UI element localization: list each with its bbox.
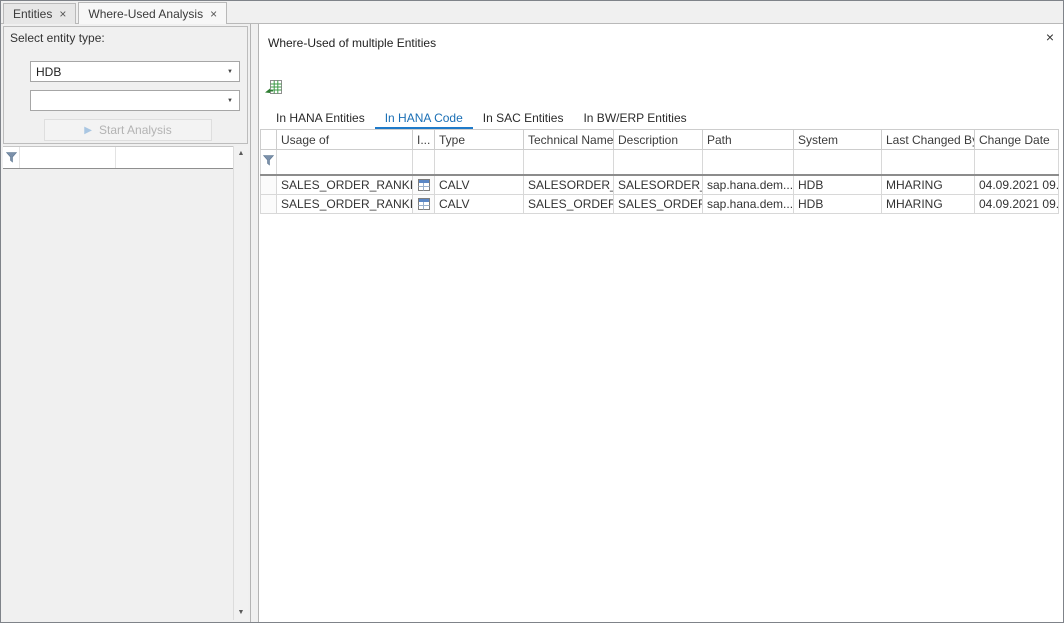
cell-last-changed-by[interactable]: MHARING xyxy=(882,175,975,195)
calculation-view-icon xyxy=(413,175,435,195)
entity-type-value: HDB xyxy=(36,65,221,79)
document-tab-bar: Entities × Where-Used Analysis × xyxy=(1,1,1063,24)
cell-technical-name[interactable]: SALESORDER_... xyxy=(524,175,614,195)
row-indicator xyxy=(261,175,277,195)
cell-technical-name[interactable]: SALES_ORDER... xyxy=(524,194,614,213)
chevron-down-icon[interactable]: ▼ xyxy=(221,69,239,75)
column-header-technical-name[interactable]: Technical Name xyxy=(524,130,614,150)
application-window: Entities × Where-Used Analysis × Select … xyxy=(0,0,1064,623)
filter-cell-usage-of[interactable] xyxy=(277,150,413,175)
column-header-change-date[interactable]: Change Date xyxy=(975,130,1059,150)
row-indicator xyxy=(261,194,277,213)
column-header-description[interactable]: Description xyxy=(614,130,703,150)
column-header-path[interactable]: Path xyxy=(703,130,794,150)
table-row[interactable]: SALES_ORDER_RANKING CALV SALESORDER_... xyxy=(261,175,1059,195)
table-header-row: Usage of I... Type Technical Name Descri… xyxy=(261,130,1059,150)
close-icon[interactable]: × xyxy=(1046,30,1054,44)
result-tab-bar: In HANA Entities In HANA Code In SAC Ent… xyxy=(266,108,1063,129)
filter-funnel-icon[interactable] xyxy=(3,147,20,168)
tab-entities[interactable]: Entities × xyxy=(3,3,76,24)
play-icon: ▶ xyxy=(84,125,92,136)
scroll-down-icon[interactable]: ▼ xyxy=(234,605,248,620)
main-area: Select entity type: HDB ▼ ▼ ▶ Start Anal… xyxy=(1,24,1063,622)
filter-cell-description[interactable] xyxy=(614,150,703,175)
row-indicator-header xyxy=(261,130,277,150)
vertical-scrollbar[interactable]: ▲ ▼ xyxy=(233,146,248,620)
scroll-up-icon[interactable]: ▲ xyxy=(234,146,248,161)
groupbox-title: Select entity type: xyxy=(4,27,247,47)
table-row[interactable]: SALES_ORDER_RANKING CALV SALES_ORDER... xyxy=(261,194,1059,213)
tab-in-hana-code[interactable]: In HANA Code xyxy=(375,108,473,129)
cell-path[interactable]: sap.hana.dem... xyxy=(703,194,794,213)
tab-in-sac-entities[interactable]: In SAC Entities xyxy=(473,108,574,129)
filter-cell-icon[interactable] xyxy=(413,150,435,175)
column-header-last-changed-by[interactable]: Last Changed By xyxy=(882,130,975,150)
close-icon[interactable]: × xyxy=(59,8,66,20)
cell-usage-of[interactable]: SALES_ORDER_RANKING xyxy=(277,194,413,213)
chevron-down-icon[interactable]: ▼ xyxy=(221,98,239,104)
column-header-type[interactable]: Type xyxy=(435,130,524,150)
filter-cell-system[interactable] xyxy=(794,150,882,175)
table-filter-row xyxy=(261,150,1059,175)
start-analysis-button[interactable]: ▶ Start Analysis xyxy=(44,119,212,141)
filter-cell-technical-name[interactable] xyxy=(524,150,614,175)
entity-list-column-2[interactable] xyxy=(116,147,233,168)
tab-where-used-label: Where-Used Analysis xyxy=(88,7,203,21)
cell-last-changed-by[interactable]: MHARING xyxy=(882,194,975,213)
filter-funnel-icon[interactable] xyxy=(261,150,277,175)
tab-in-hana-entities[interactable]: In HANA Entities xyxy=(266,108,375,129)
entity-dropdown[interactable]: ▼ xyxy=(30,90,240,111)
column-header-icon[interactable]: I... xyxy=(413,130,435,150)
start-analysis-label: Start Analysis xyxy=(99,123,172,137)
results-table: Usage of I... Type Technical Name Descri… xyxy=(260,129,1059,214)
entity-list-column-1[interactable] xyxy=(20,147,116,168)
where-used-results-panel: × Where-Used of multiple Entities In HAN… xyxy=(258,24,1063,622)
filter-cell-last-changed-by[interactable] xyxy=(882,150,975,175)
close-icon[interactable]: × xyxy=(210,8,217,20)
column-header-usage-of[interactable]: Usage of xyxy=(277,130,413,150)
cell-change-date[interactable]: 04.09.2021 09... xyxy=(975,194,1059,213)
calculation-view-icon xyxy=(413,194,435,213)
cell-system[interactable]: HDB xyxy=(794,194,882,213)
cell-description[interactable]: SALES_ORDER... xyxy=(614,194,703,213)
cell-path[interactable]: sap.hana.dem... xyxy=(703,175,794,195)
tab-entities-label: Entities xyxy=(13,7,52,21)
filter-cell-type[interactable] xyxy=(435,150,524,175)
scrollbar-track[interactable] xyxy=(234,161,248,605)
cell-description[interactable]: SALESORDER_... xyxy=(614,175,703,195)
filter-cell-path[interactable] xyxy=(703,150,794,175)
cell-change-date[interactable]: 04.09.2021 09... xyxy=(975,175,1059,195)
panel-splitter[interactable] xyxy=(251,24,258,622)
tab-in-bw-erp-entities[interactable]: In BW/ERP Entities xyxy=(573,108,696,129)
filter-cell-change-date[interactable] xyxy=(975,150,1059,175)
column-header-system[interactable]: System xyxy=(794,130,882,150)
cell-system[interactable]: HDB xyxy=(794,175,882,195)
cell-type[interactable]: CALV xyxy=(435,175,524,195)
tab-where-used-analysis[interactable]: Where-Used Analysis × xyxy=(78,2,227,24)
cell-usage-of[interactable]: SALES_ORDER_RANKING xyxy=(277,175,413,195)
select-entity-type-groupbox: Select entity type: HDB ▼ ▼ ▶ Start Anal… xyxy=(3,26,248,144)
entity-list-header-row xyxy=(3,146,233,169)
cell-type[interactable]: CALV xyxy=(435,194,524,213)
entity-selection-panel: Select entity type: HDB ▼ ▼ ▶ Start Anal… xyxy=(1,24,251,622)
entity-type-dropdown[interactable]: HDB ▼ xyxy=(30,61,240,82)
panel-title: Where-Used of multiple Entities xyxy=(268,36,1063,50)
entity-list-grid: ▲ ▼ xyxy=(3,146,248,620)
export-to-excel-icon[interactable] xyxy=(265,80,282,98)
